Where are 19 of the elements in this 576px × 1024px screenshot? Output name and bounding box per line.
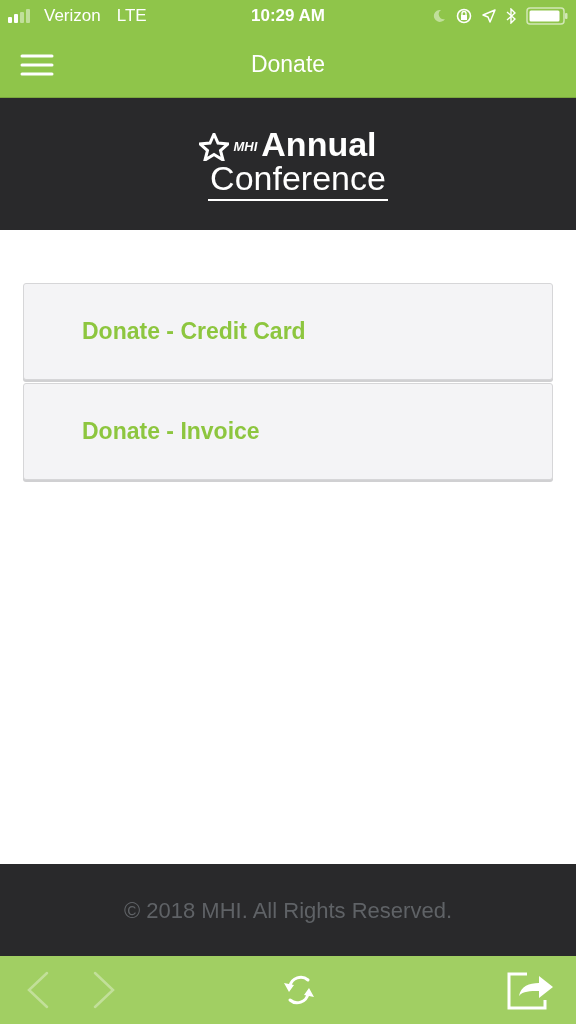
- brand-text: MHI: [233, 140, 258, 153]
- location-arrow-icon: [482, 9, 496, 23]
- moon-icon: [432, 9, 446, 23]
- logo-text: Annual: [261, 127, 377, 161]
- donate-option[interactable]: Donate - Invoice: [23, 383, 553, 480]
- donate-option[interactable]: Donate - Credit Card: [23, 283, 553, 380]
- chevron-right-icon: [93, 971, 115, 1009]
- logo-text: Conference: [208, 161, 388, 201]
- chevron-left-icon: [27, 971, 49, 1009]
- menu-icon: [20, 53, 54, 76]
- rotation-lock-icon: [456, 8, 472, 24]
- star-logo-icon: [199, 133, 230, 161]
- battery-icon: [526, 7, 568, 25]
- copyright-text: © 2018 MHI. All Rights Reserved.: [124, 896, 452, 925]
- clock-time: 10:29 AM: [251, 5, 325, 28]
- page-title: Donate: [250, 50, 326, 80]
- network-text: LTE: [116, 5, 147, 28]
- carrier-text: Verizon: [44, 5, 101, 28]
- bluetooth-icon: [506, 8, 516, 24]
